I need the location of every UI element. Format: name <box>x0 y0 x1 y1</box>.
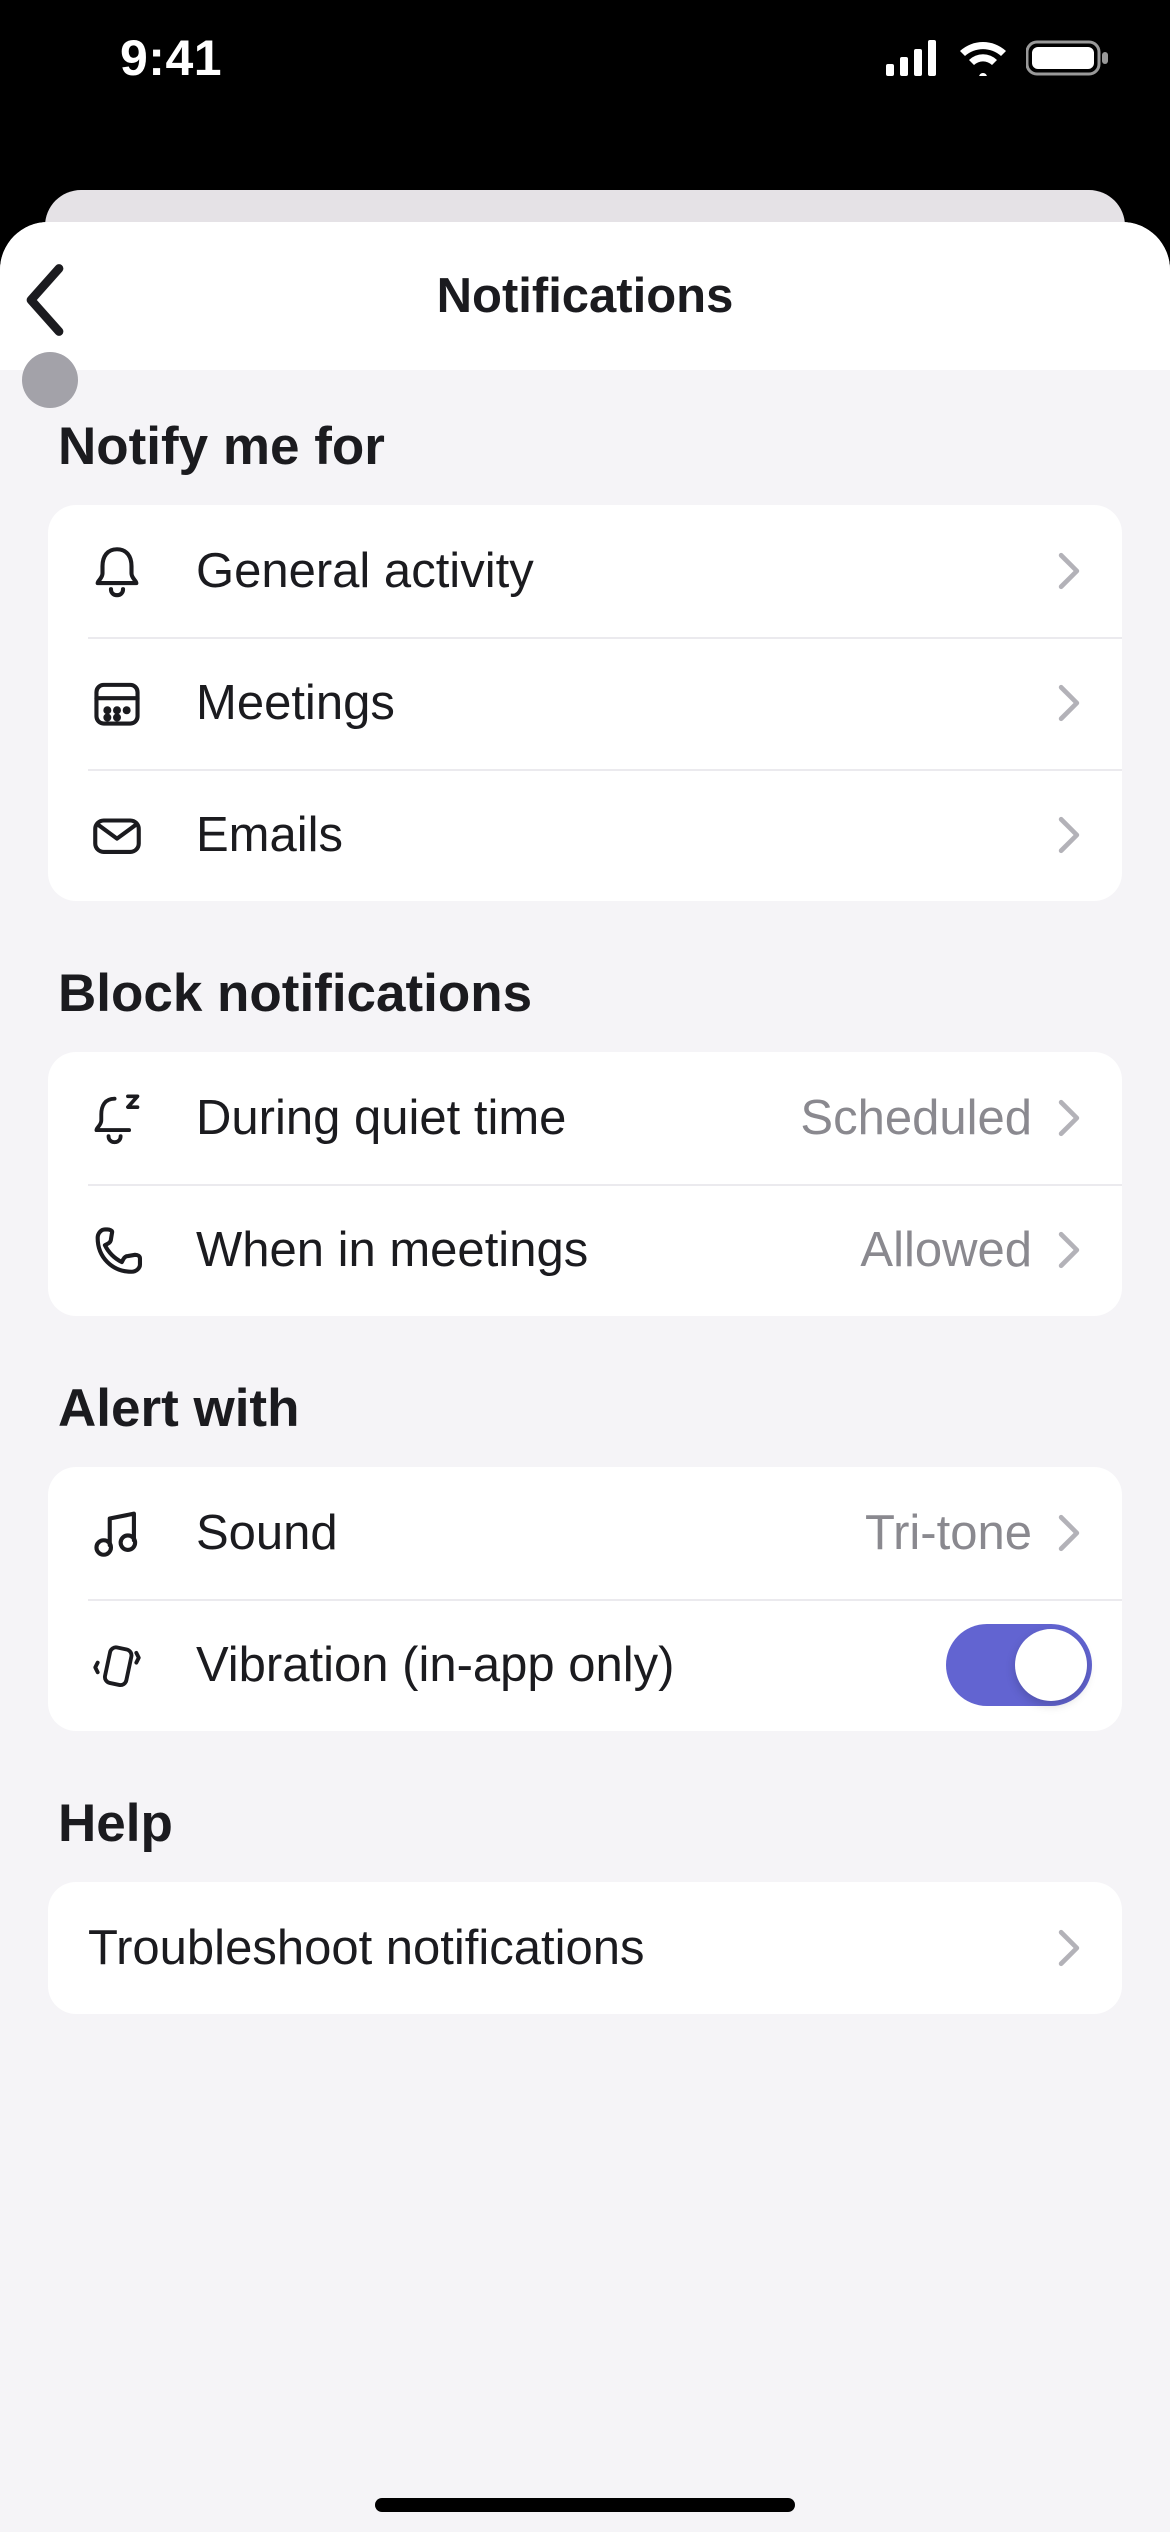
row-label: During quiet time <box>196 1090 800 1146</box>
row-label: Emails <box>196 807 1056 863</box>
row-label: When in meetings <box>196 1222 860 1278</box>
section-title-alert: Alert with <box>48 1378 1122 1439</box>
row-general-activity[interactable]: General activity <box>48 505 1122 637</box>
mail-icon <box>88 806 196 864</box>
vibration-toggle[interactable] <box>946 1624 1092 1706</box>
battery-icon <box>1026 39 1110 77</box>
settings-sheet: Notifications Notify me for <box>0 222 1170 2532</box>
row-vibration: Vibration (in-app only) <box>48 1599 1122 1731</box>
row-value: Allowed <box>860 1222 1032 1278</box>
row-when-in-meetings[interactable]: When in meetings Allowed <box>48 1184 1122 1316</box>
row-value: Tri-tone <box>865 1505 1032 1561</box>
back-button[interactable] <box>24 264 104 354</box>
nav-header: Notifications <box>0 222 1170 370</box>
row-meetings[interactable]: Meetings <box>48 637 1122 769</box>
home-indicator[interactable] <box>375 2498 795 2512</box>
chevron-right-icon <box>1056 1230 1082 1270</box>
section-title-notify: Notify me for <box>48 416 1122 477</box>
row-label: Troubleshoot notifications <box>88 1920 1056 1976</box>
phone-icon <box>88 1221 196 1279</box>
chevron-right-icon <box>1056 1928 1082 1968</box>
status-time: 9:41 <box>0 29 222 87</box>
row-troubleshoot[interactable]: Troubleshoot notifications <box>48 1882 1122 2014</box>
row-quiet-time[interactable]: During quiet time Scheduled <box>48 1052 1122 1184</box>
chevron-right-icon <box>1056 683 1082 723</box>
group-help: Troubleshoot notifications <box>48 1882 1122 2014</box>
group-alert: Sound Tri-tone <box>48 1467 1122 1731</box>
bell-snooze-icon <box>88 1089 196 1147</box>
cellular-icon <box>886 40 940 76</box>
status-indicators <box>886 39 1110 77</box>
row-value: Scheduled <box>800 1090 1032 1146</box>
calendar-icon <box>88 674 196 732</box>
row-label: General activity <box>196 543 1056 599</box>
bell-icon <box>88 542 196 600</box>
row-label: Meetings <box>196 675 1056 731</box>
page-title: Notifications <box>437 268 734 324</box>
row-sound[interactable]: Sound Tri-tone <box>48 1467 1122 1599</box>
music-icon <box>88 1504 196 1562</box>
row-label: Sound <box>196 1505 865 1561</box>
row-emails[interactable]: Emails <box>48 769 1122 901</box>
chevron-right-icon <box>1056 1513 1082 1553</box>
nav-indicator-dot <box>22 352 78 408</box>
chevron-right-icon <box>1056 815 1082 855</box>
chevron-right-icon <box>1056 551 1082 591</box>
status-bar: 9:41 <box>0 0 1170 115</box>
wifi-icon <box>958 40 1008 76</box>
section-title-help: Help <box>48 1793 1122 1854</box>
chevron-right-icon <box>1056 1098 1082 1138</box>
row-label: Vibration (in-app only) <box>196 1637 946 1693</box>
group-notify-me-for: General activity <box>48 505 1122 901</box>
section-title-block: Block notifications <box>48 963 1122 1024</box>
vibration-icon <box>88 1636 196 1694</box>
group-block: During quiet time Scheduled <box>48 1052 1122 1316</box>
